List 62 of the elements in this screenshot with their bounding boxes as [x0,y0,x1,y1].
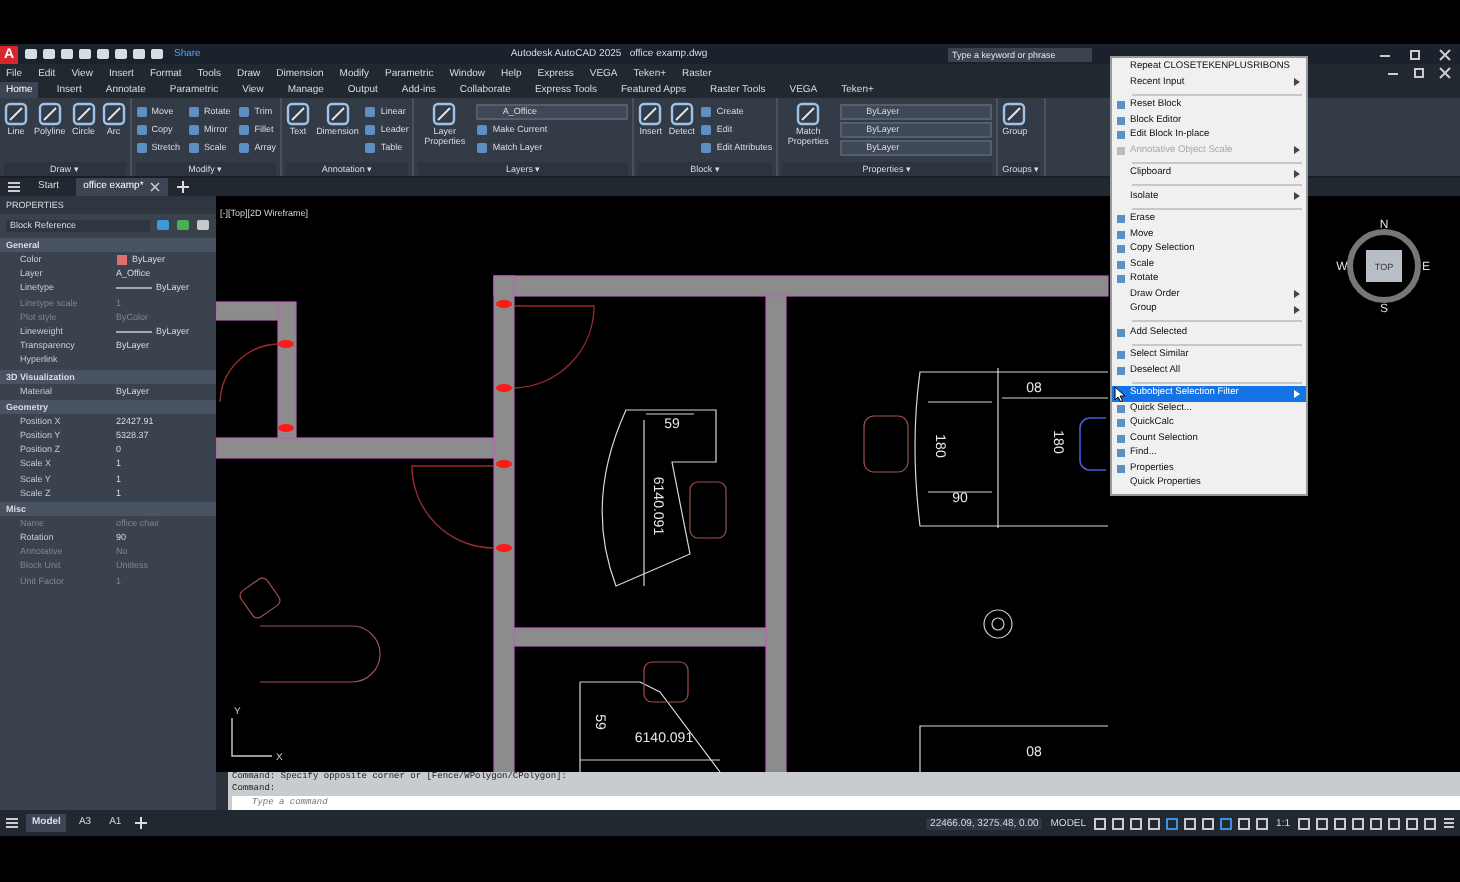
menu-icon[interactable] [6,180,22,194]
square-icon [364,105,377,117]
submenu-arrow-icon [1294,192,1300,201]
square-icon [700,141,713,153]
square-icon [135,105,148,117]
square-icon [101,102,126,126]
submenu-arrow-icon [1294,146,1300,155]
square-icon [700,105,713,117]
color-swatch-icon [116,253,128,266]
square-icon [188,141,201,153]
square-icon [4,102,28,126]
square-icon [364,123,377,135]
submenu-arrow-icon [1294,78,1300,87]
submenu-arrow-icon [1294,389,1300,398]
square-icon [1116,145,1126,156]
square-icon [796,102,821,126]
square-icon [432,102,457,126]
square-icon [238,105,251,117]
square-icon [1116,229,1126,240]
plus-icon[interactable] [133,816,148,830]
menu-icon[interactable] [1442,816,1456,830]
square-icon [1116,244,1126,255]
menu-icon[interactable] [4,816,20,830]
square-icon [1116,100,1126,111]
square-icon [1116,214,1126,225]
square-icon [1116,327,1126,338]
square-icon [476,123,489,135]
square-icon [325,102,350,126]
line-sample-icon [116,327,152,336]
square-icon [1116,350,1126,361]
square-icon [286,102,311,126]
square-icon [238,123,251,135]
square-icon [135,123,148,135]
square-icon [669,102,694,126]
square-icon [364,141,377,153]
square-icon [135,141,148,153]
square-icon [37,102,62,126]
submenu-arrow-icon [1294,169,1300,178]
square-icon [71,102,96,126]
square-icon [638,102,663,126]
square-icon [188,105,201,117]
square-icon [1116,463,1126,474]
square-icon [188,123,201,135]
square-icon [1116,130,1126,141]
compass-ring [1347,229,1421,303]
square-icon [1116,115,1126,126]
square-icon [700,123,713,135]
square-icon [1116,418,1126,429]
square-icon [1116,365,1126,376]
view-cube[interactable] [1366,250,1402,282]
square-icon [238,141,251,153]
pointer-cursor-icon [1114,386,1126,402]
plus-icon[interactable] [175,180,190,194]
square-icon [1116,433,1126,444]
line-sample-icon [116,283,152,292]
square-icon [476,141,489,153]
square-icon [1116,448,1126,459]
square-icon [1116,274,1126,285]
ucs-icon [231,717,273,757]
square-icon [1116,259,1126,270]
square-icon [1116,403,1126,414]
square-icon [1002,102,1027,126]
